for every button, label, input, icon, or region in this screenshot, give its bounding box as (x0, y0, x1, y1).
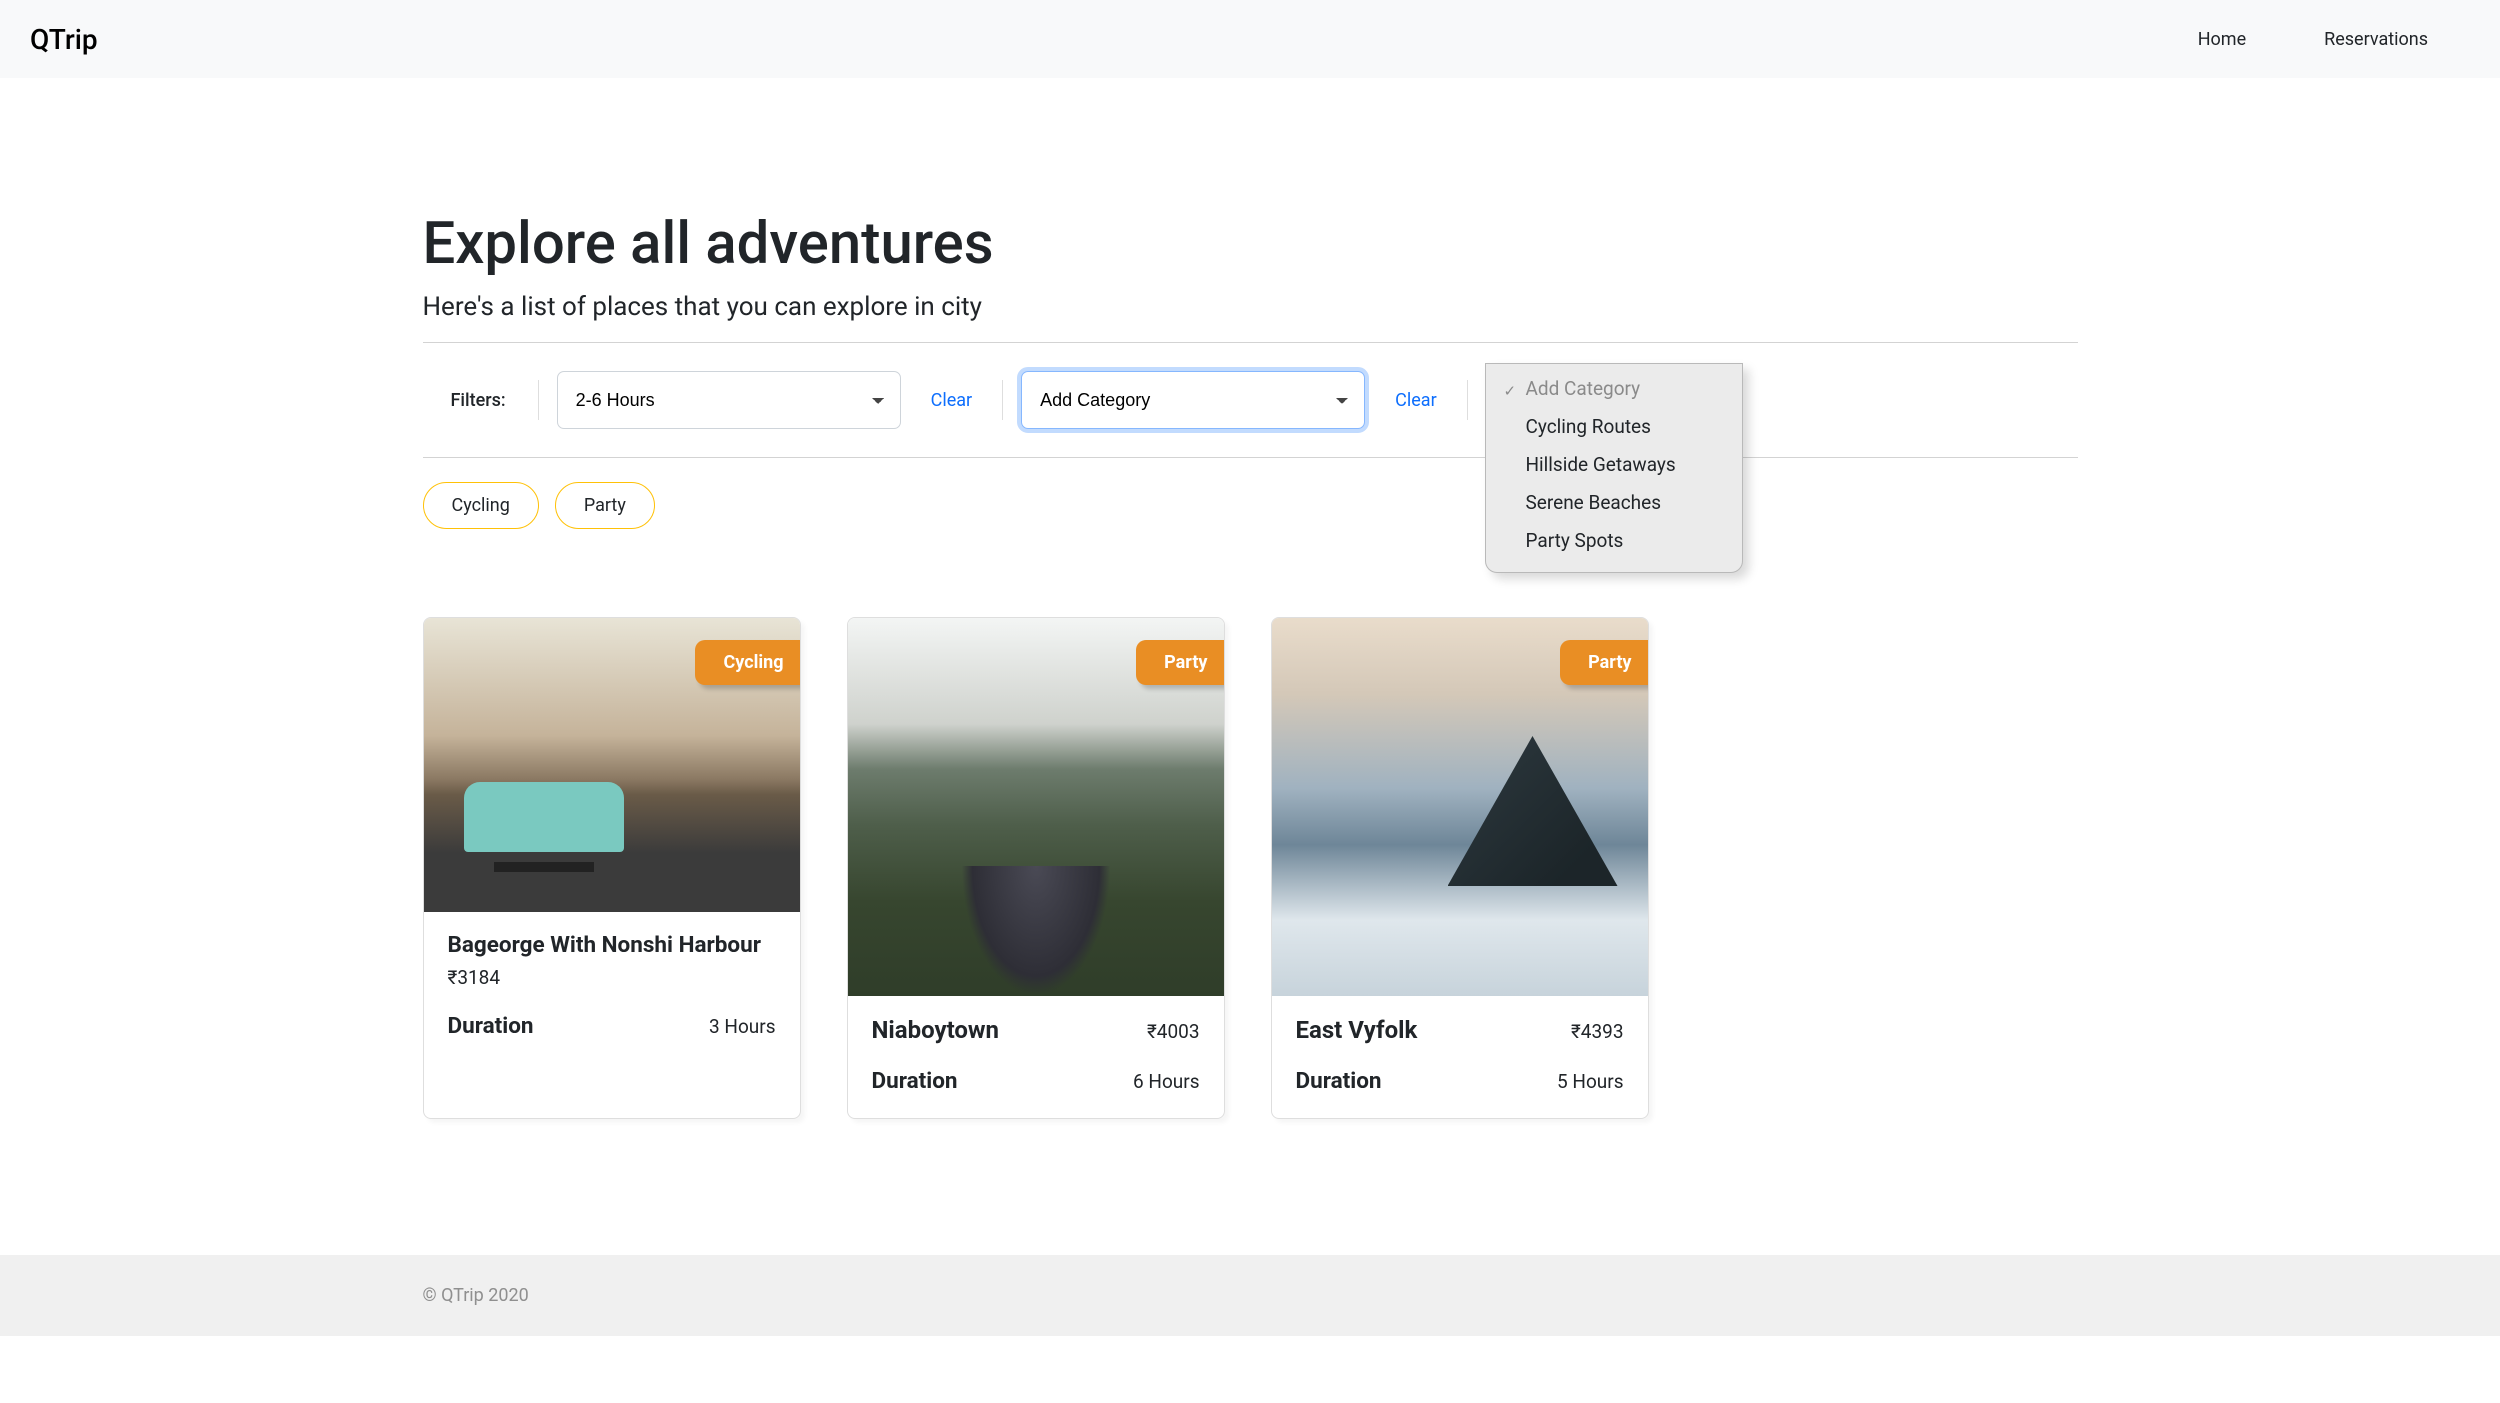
duration-value: 6 Hours (1133, 1070, 1200, 1093)
dropdown-option-placeholder[interactable]: Add Category (1504, 370, 1724, 408)
divider (423, 457, 2078, 458)
duration-select[interactable]: 2-6 Hours (557, 371, 901, 429)
dropdown-option[interactable]: Cycling Routes (1504, 408, 1724, 446)
duration-value: 3 Hours (709, 1015, 776, 1038)
dropdown-option[interactable]: Serene Beaches (1504, 484, 1724, 522)
nav-links: Home Reservations (2198, 29, 2428, 50)
page-header: Explore all adventures Here's a list of … (423, 78, 2078, 322)
adventure-grid: Cycling Bageorge With Nonshi Harbour ₹31… (423, 617, 2078, 1119)
nav-link-home[interactable]: Home (2198, 29, 2246, 50)
navbar: QTrip Home Reservations (0, 0, 2500, 78)
category-badge: Party (1560, 640, 1648, 685)
divider-vertical (1002, 380, 1003, 420)
category-dropdown: Add Category Cycling Routes Hillside Get… (1485, 363, 1743, 573)
applied-filter-pills: Cycling Party (423, 482, 2078, 529)
nav-link-reservations[interactable]: Reservations (2324, 29, 2428, 50)
adventure-card[interactable]: Cycling Bageorge With Nonshi Harbour ₹31… (423, 617, 801, 1119)
category-select[interactable]: Add Category (1021, 371, 1365, 429)
footer: © QTrip 2020 (0, 1255, 2500, 1336)
filters-row: Filters: 2-6 Hours Clear Add Category Cl… (423, 363, 2078, 437)
category-badge: Cycling (695, 640, 800, 685)
footer-copyright: © QTrip 2020 (423, 1285, 2078, 1306)
card-title: Bageorge With Nonshi Harbour (448, 932, 776, 958)
card-body: Bageorge With Nonshi Harbour ₹3184 Durat… (424, 912, 800, 1063)
divider-vertical (538, 380, 539, 420)
duration-label: Duration (872, 1068, 958, 1094)
card-title: Niaboytown (872, 1016, 1000, 1044)
card-price: ₹3184 (448, 966, 501, 989)
filter-pill[interactable]: Cycling (423, 482, 539, 529)
card-body: East Vyfolk ₹4393 Duration 5 Hours (1272, 996, 1648, 1118)
dropdown-option[interactable]: Party Spots (1504, 522, 1724, 560)
duration-value: 5 Hours (1557, 1070, 1624, 1093)
card-price: ₹4003 (1147, 1020, 1200, 1043)
divider (423, 342, 2078, 343)
clear-duration-link[interactable]: Clear (919, 390, 985, 411)
category-badge: Party (1136, 640, 1224, 685)
page-subtitle: Here's a list of places that you can exp… (423, 292, 2078, 322)
page-title: Explore all adventures (423, 210, 2078, 278)
filters-label: Filters: (423, 390, 520, 411)
duration-label: Duration (1296, 1068, 1382, 1094)
card-price: ₹4393 (1571, 1020, 1624, 1043)
clear-category-link[interactable]: Clear (1383, 390, 1449, 411)
adventure-card[interactable]: Party Niaboytown ₹4003 Duration 6 Hours (847, 617, 1225, 1119)
card-title: East Vyfolk (1296, 1016, 1418, 1044)
card-body: Niaboytown ₹4003 Duration 6 Hours (848, 996, 1224, 1118)
duration-label: Duration (448, 1013, 534, 1039)
adventure-card[interactable]: Party East Vyfolk ₹4393 Duration 5 Hours (1271, 617, 1649, 1119)
divider-vertical (1467, 380, 1468, 420)
filter-pill[interactable]: Party (555, 482, 655, 529)
dropdown-option[interactable]: Hillside Getaways (1504, 446, 1724, 484)
brand-logo[interactable]: QTrip (30, 23, 98, 56)
